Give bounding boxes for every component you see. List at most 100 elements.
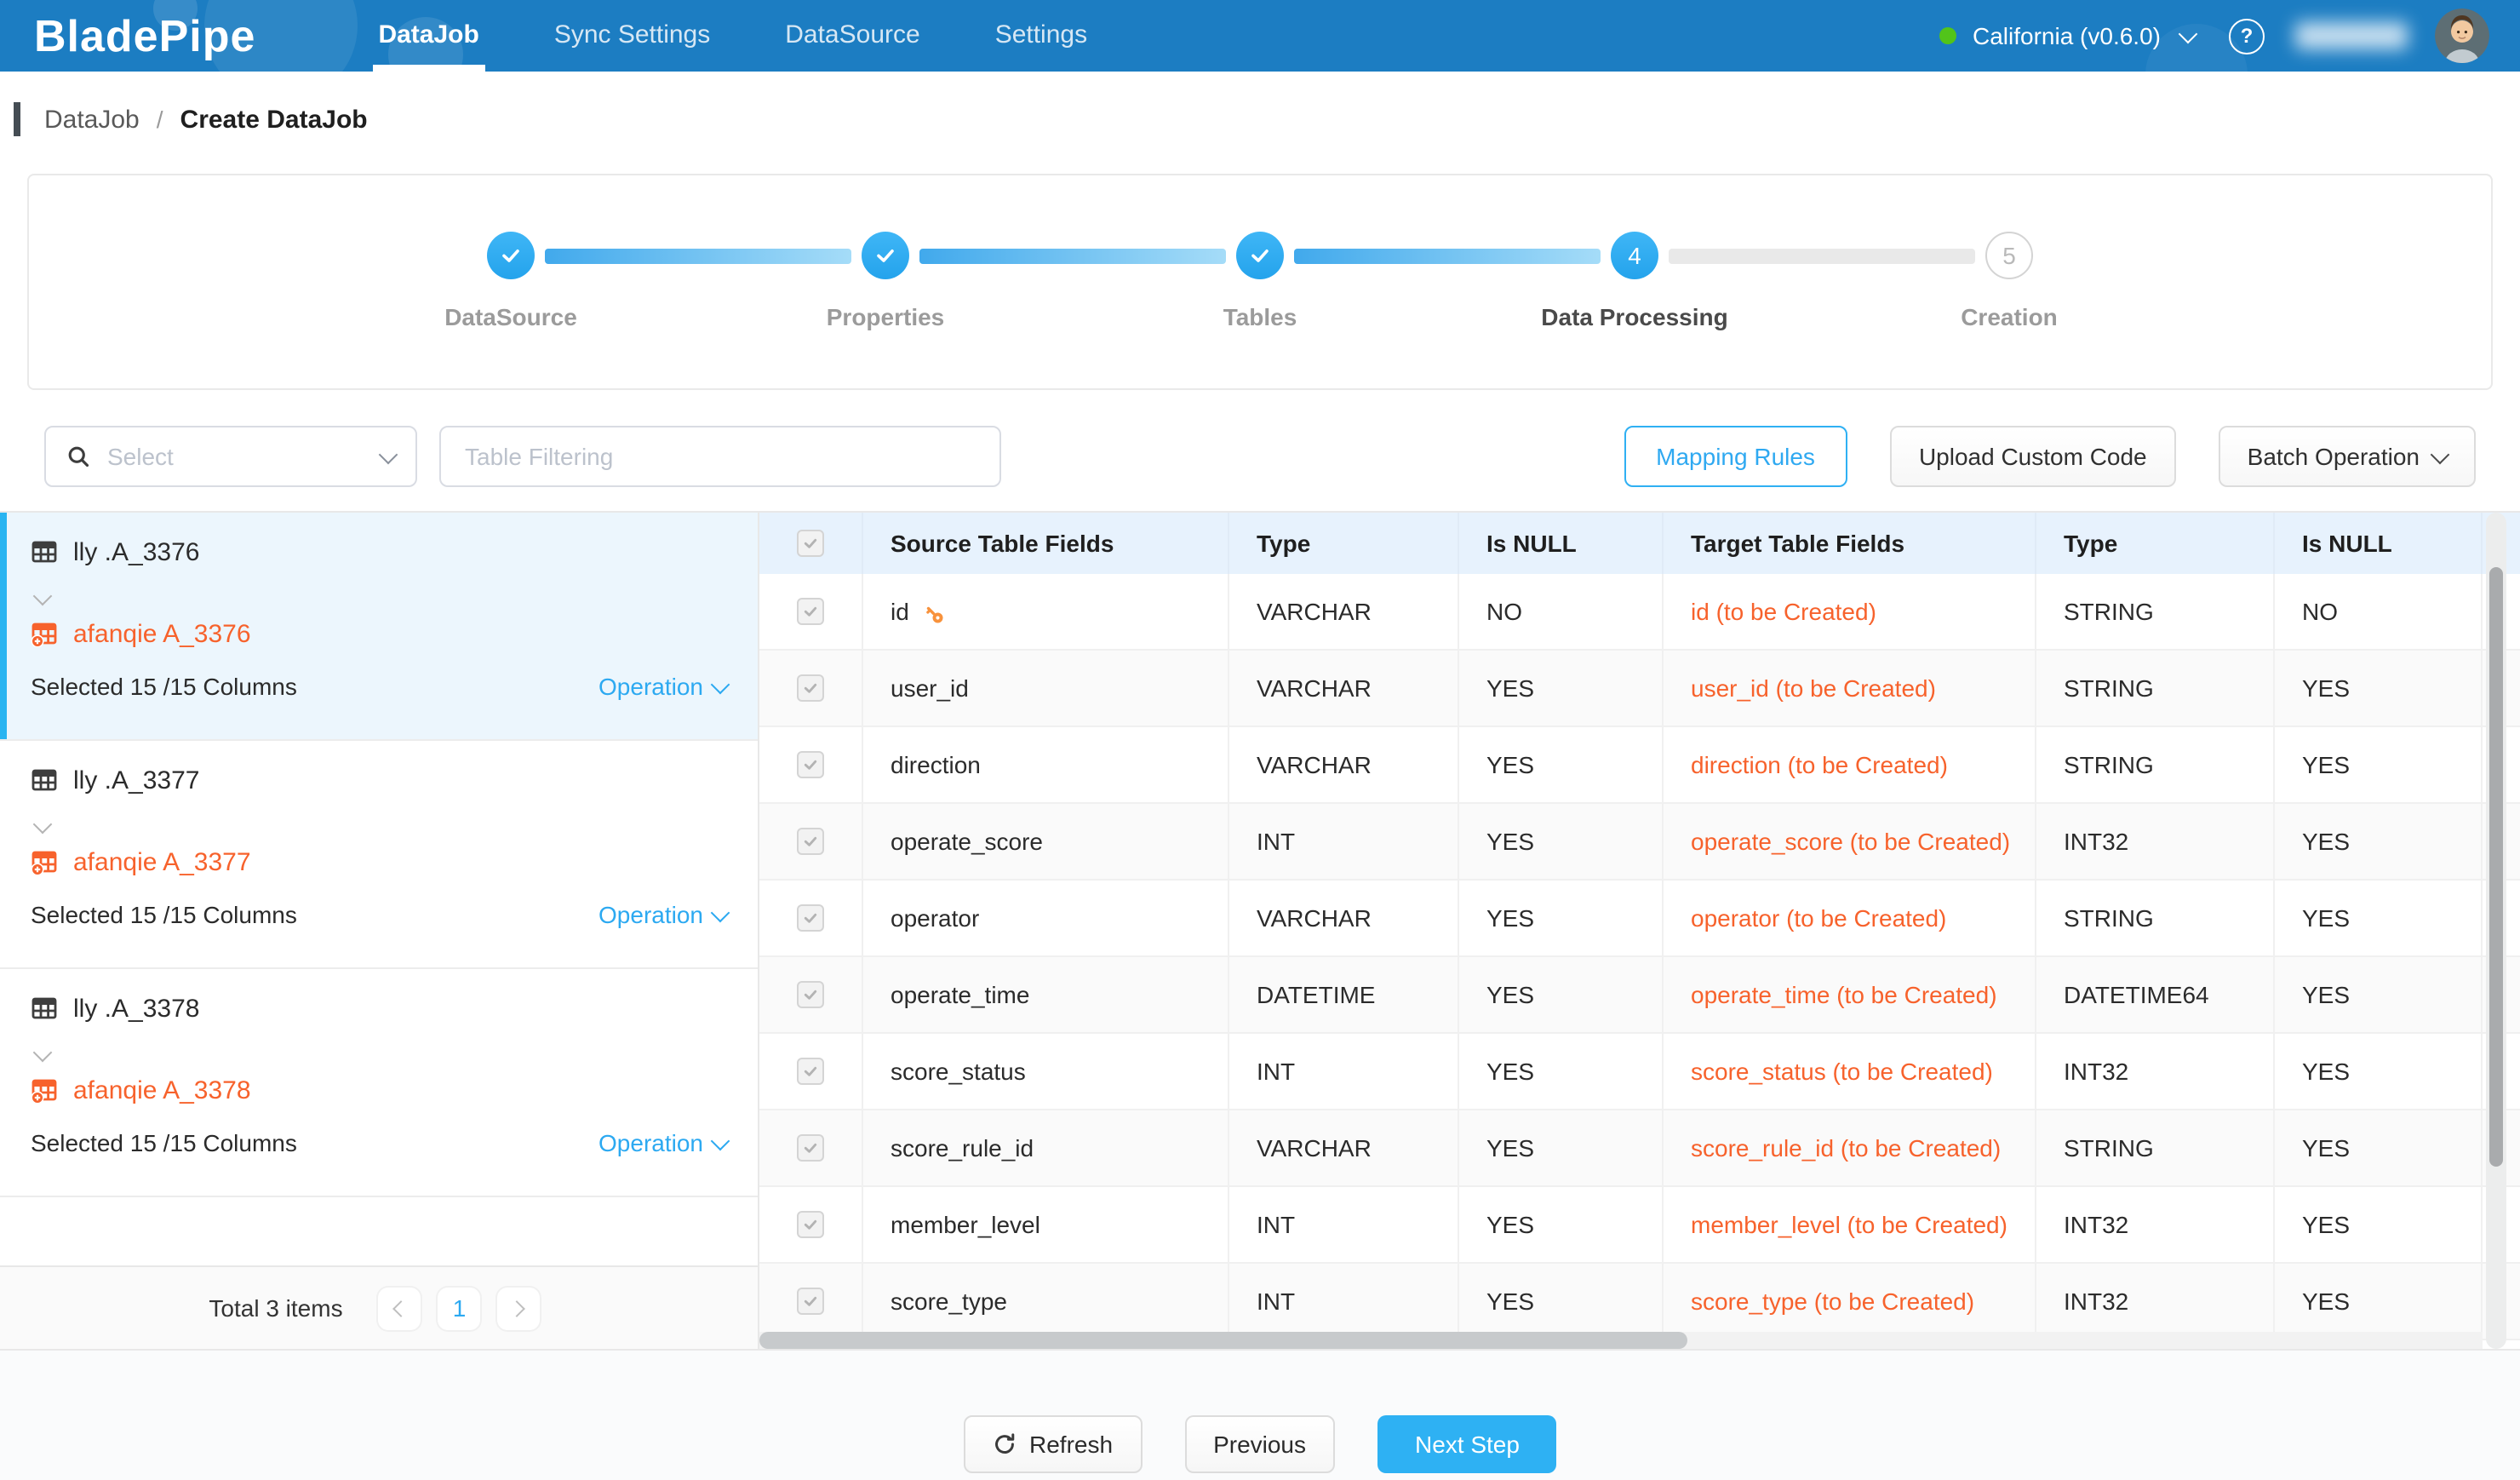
next-page-button[interactable] — [498, 1287, 541, 1329]
step-label: Creation — [1961, 303, 2058, 330]
column-header: Target Table Fields — [1664, 513, 2036, 574]
target-field-type: STRING — [2036, 881, 2275, 955]
row-checkbox[interactable] — [797, 1058, 824, 1085]
target-field-type: STRING — [2036, 1110, 2275, 1185]
target-field-name: score_rule_id (to be Created) — [1664, 1110, 2036, 1185]
nav-item-datasource[interactable]: DataSource — [747, 0, 957, 72]
target-is-null: YES — [2275, 804, 2483, 879]
nav-item-sync-settings[interactable]: Sync Settings — [517, 0, 747, 72]
target-table-name: afanqie A_3377 — [73, 847, 251, 876]
scrollbar-thumb[interactable] — [759, 1332, 1687, 1349]
scrollbar-thumb[interactable] — [2489, 567, 2503, 1167]
table-list-item[interactable]: lly .A_3378 afanqie A_3378 Selected 15 /… — [0, 969, 758, 1197]
check-icon — [802, 680, 819, 697]
upload-custom-code-button[interactable]: Upload Custom Code — [1890, 426, 2176, 487]
operation-label: Operation — [598, 901, 703, 928]
nav-item-datajob[interactable]: DataJob — [341, 0, 516, 72]
breadcrumb-parent[interactable]: DataJob — [44, 105, 140, 134]
target-field-name: member_level (to be Created) — [1664, 1187, 2036, 1262]
operation-dropdown[interactable]: Operation — [598, 673, 727, 700]
table-list-item[interactable]: lly .A_3376 afanqie A_3376 Selected 15 /… — [0, 513, 758, 741]
row-checkbox[interactable] — [797, 828, 824, 855]
table-filtering-input[interactable] — [439, 426, 1001, 487]
step-check-circle — [487, 232, 535, 279]
step-data-processing: 4 Data Processing — [1611, 232, 1658, 279]
source-field-name: member_level — [863, 1187, 1229, 1262]
vertical-scrollbar[interactable] — [2486, 513, 2506, 1349]
wizard-stepper: DataSource Properties Tables 4 — [487, 232, 2033, 279]
chevron-down-icon — [2431, 445, 2450, 464]
operation-label: Operation — [598, 1129, 703, 1156]
refresh-button[interactable]: Refresh — [963, 1415, 1142, 1473]
target-is-null: YES — [2275, 1264, 2483, 1339]
target-field-type: INT32 — [2036, 1034, 2275, 1109]
row-checkbox[interactable] — [797, 1134, 824, 1162]
chevron-down-icon[interactable] — [2179, 24, 2198, 43]
check-icon — [1248, 244, 1272, 267]
row-checkbox[interactable] — [797, 751, 824, 778]
row-checkbox[interactable] — [797, 1288, 824, 1315]
check-icon — [873, 244, 897, 267]
source-field-name: score_type — [863, 1264, 1229, 1339]
table-header-row: Source Table Fields Type Is NULL Target … — [759, 513, 2520, 574]
region-version-label[interactable]: California (v0.6.0) — [1973, 22, 2161, 49]
row-checkbox[interactable] — [797, 904, 824, 932]
source-field-type: INT — [1229, 1264, 1459, 1339]
row-checkbox[interactable] — [797, 674, 824, 702]
source-table-name: lly .A_3376 — [73, 537, 199, 566]
row-checkbox[interactable] — [797, 1211, 824, 1238]
step-check-circle — [1236, 232, 1284, 279]
step-number: 5 — [2002, 242, 2016, 269]
select-all-checkbox[interactable] — [797, 530, 824, 557]
nav-item-label: Sync Settings — [554, 20, 710, 49]
selection-row: Selected 15 /15 Columns Operation — [31, 669, 727, 703]
filter-toolbar: Mapping Rules Upload Custom Code Batch O… — [0, 426, 2520, 487]
next-step-button[interactable]: Next Step — [1377, 1415, 1557, 1473]
target-field-type: INT32 — [2036, 1187, 2275, 1262]
datasource-select[interactable] — [44, 426, 417, 487]
refresh-icon — [992, 1432, 1016, 1456]
expand-chevron[interactable] — [36, 809, 727, 836]
table-list-item[interactable]: lly .A_3377 afanqie A_3377 Selected 15 /… — [0, 741, 758, 969]
target-field-type: DATETIME64 — [2036, 957, 2275, 1032]
horizontal-scrollbar[interactable] — [759, 1332, 2483, 1349]
table-row: id VARCHAR NO id (to be Created) STRING … — [759, 574, 2520, 651]
prev-page-button[interactable] — [379, 1287, 421, 1329]
nav-item-label: Settings — [995, 20, 1087, 49]
username-redacted — [2295, 22, 2408, 49]
previous-button[interactable]: Previous — [1184, 1415, 1335, 1473]
operation-dropdown[interactable]: Operation — [598, 901, 727, 928]
operation-dropdown[interactable]: Operation — [598, 1129, 727, 1156]
row-checkbox[interactable] — [797, 598, 824, 625]
target-is-null: YES — [2275, 881, 2483, 955]
source-is-null: YES — [1459, 804, 1664, 879]
target-table-create-icon — [31, 848, 58, 875]
target-field-type: STRING — [2036, 727, 2275, 802]
mapping-rules-button[interactable]: Mapping Rules — [1624, 426, 1847, 487]
source-field-name: id — [891, 598, 909, 625]
page-number-button[interactable]: 1 — [438, 1287, 481, 1329]
target-field-name: score_type (to be Created) — [1664, 1264, 2036, 1339]
table-list-pagination: Total 3 items 1 — [0, 1265, 758, 1349]
select-input[interactable] — [104, 441, 381, 472]
expand-chevron[interactable] — [36, 1037, 727, 1064]
step-label: DataSource — [444, 303, 577, 330]
header-checkbox-cell — [759, 513, 863, 574]
source-is-null: NO — [1459, 574, 1664, 649]
chevron-left-icon — [393, 1299, 410, 1317]
refresh-label: Refresh — [1029, 1431, 1113, 1458]
batch-operation-button[interactable]: Batch Operation — [2219, 426, 2476, 487]
target-table-create-icon — [31, 1076, 58, 1104]
target-table-name: afanqie A_3378 — [73, 1076, 251, 1104]
nav-item-settings[interactable]: Settings — [958, 0, 1125, 72]
row-checkbox[interactable] — [797, 981, 824, 1008]
step-connector — [1294, 248, 1601, 263]
source-table-row: lly .A_3378 — [31, 990, 727, 1027]
help-icon[interactable]: ? — [2229, 18, 2265, 54]
expand-chevron[interactable] — [36, 581, 727, 608]
step-creation: 5 Creation — [1985, 232, 2033, 279]
top-navbar: BladePipe DataJob Sync Settings DataSour… — [0, 0, 2520, 72]
step-datasource: DataSource — [487, 232, 535, 279]
avatar[interactable] — [2435, 9, 2489, 63]
step-connector — [545, 248, 851, 263]
